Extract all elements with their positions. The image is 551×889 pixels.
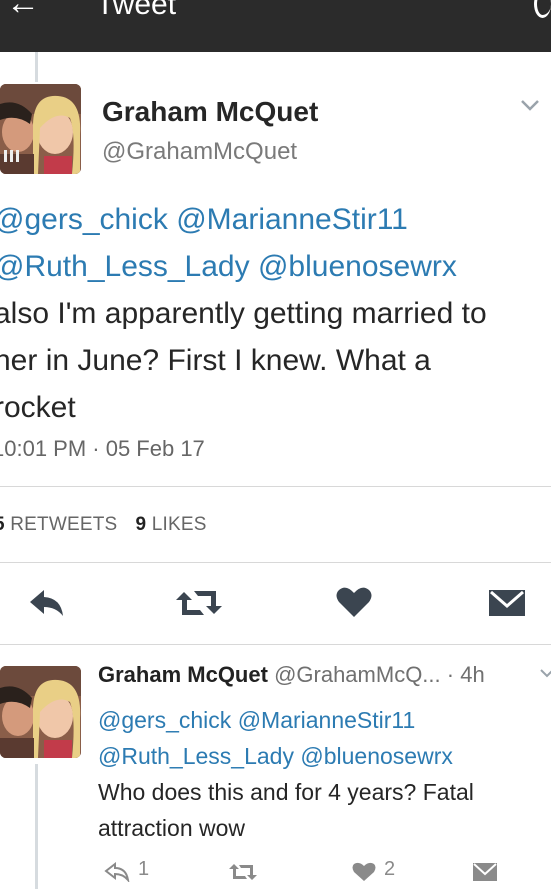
mention-link[interactable]: @bluenosewrx	[258, 250, 457, 283]
reply-line: attraction wow	[98, 810, 474, 846]
avatar[interactable]	[0, 666, 81, 758]
chevron-down-icon[interactable]	[520, 98, 540, 112]
avatar[interactable]	[0, 84, 81, 174]
chevron-down-icon[interactable]	[540, 668, 551, 678]
reply-author-name[interactable]: Graham McQuet	[98, 662, 268, 687]
tweet-line: also I'm apparently getting married to	[0, 290, 551, 337]
likes-label[interactable]: LIKES	[152, 514, 207, 535]
retweets-label[interactable]: RETWEETS	[10, 514, 117, 535]
text-fragment: her in June? First I knew. What a	[0, 344, 431, 377]
tweet-line: her in June? First I knew. What a	[0, 337, 551, 384]
mention-link[interactable]: @Ruth_Less_Lady	[0, 250, 250, 283]
text-fragment	[168, 203, 176, 236]
reply-text: @gers_chick @MarianneStir11 @Ruth_Less_L…	[98, 702, 474, 846]
tweet-line: rocket	[0, 384, 551, 431]
reply-line: @Ruth_Less_Lady @bluenosewrx	[98, 738, 474, 774]
mention-link[interactable]: @gers_chick	[98, 707, 231, 733]
mention-link[interactable]: @Ruth_Less_Lady	[98, 743, 294, 769]
mention-link[interactable]: @gers_chick	[0, 203, 168, 236]
reply-header: Graham McQuet @GrahamMcQ... · 4h	[98, 662, 485, 688]
arrow-left-icon[interactable]: ←	[6, 0, 40, 20]
tweet-stats: 5 RETWEETS 9 LIKES	[0, 514, 207, 536]
tweet-text: @gers_chick @MarianneStir11 @Ruth_Less_L…	[0, 196, 551, 431]
reply-line: @gers_chick @MarianneStir11	[98, 702, 474, 738]
reply-line: Who does this and for 4 years? Fatal	[98, 774, 474, 810]
like-icon[interactable]	[336, 586, 372, 618]
reply-icon[interactable]	[28, 588, 66, 618]
retweet-icon[interactable]	[176, 588, 222, 618]
divider	[0, 562, 551, 563]
like-count[interactable]: 9	[135, 514, 146, 535]
text-fragment: Who does this and for 4 years? Fatal	[98, 779, 474, 805]
mention-link[interactable]: @bluenosewrx	[300, 743, 452, 769]
text-fragment: attraction wow	[98, 815, 246, 841]
author-handle[interactable]: @GrahamMcQuet	[102, 138, 297, 166]
like-icon[interactable]	[352, 862, 376, 882]
text-fragment: also I'm apparently getting married to	[0, 297, 487, 330]
mention-link[interactable]: @MarianneStir11	[176, 203, 408, 236]
text-fragment: rocket	[0, 391, 76, 424]
reply-author-handle[interactable]: @GrahamMcQ...	[274, 662, 441, 687]
text-fragment	[250, 250, 258, 283]
app-header: ← Tweet	[0, 0, 551, 52]
message-icon[interactable]	[472, 862, 498, 882]
reply-count: 1	[138, 858, 150, 880]
reply-icon[interactable]	[104, 862, 130, 882]
thread-line	[35, 52, 38, 82]
message-icon[interactable]	[488, 588, 526, 618]
tweet-line: @gers_chick @MarianneStir11	[0, 196, 551, 243]
mention-link[interactable]: @MarianneStir11	[238, 707, 416, 733]
retweet-icon[interactable]	[228, 862, 258, 882]
thread-line	[35, 764, 38, 889]
tweet-timestamp: 10:01 PM · 05 Feb 17	[0, 436, 205, 461]
page-title: Tweet	[96, 0, 177, 21]
retweet-count[interactable]: 5	[0, 514, 5, 535]
more-icon[interactable]	[534, 0, 551, 18]
tweet-line: @Ruth_Less_Lady @bluenosewrx	[0, 243, 551, 290]
divider	[0, 486, 551, 487]
like-count: 2	[384, 858, 396, 880]
author-name[interactable]: Graham McQuet	[102, 96, 318, 128]
divider	[0, 644, 551, 645]
reply-age: · 4h	[446, 662, 485, 687]
